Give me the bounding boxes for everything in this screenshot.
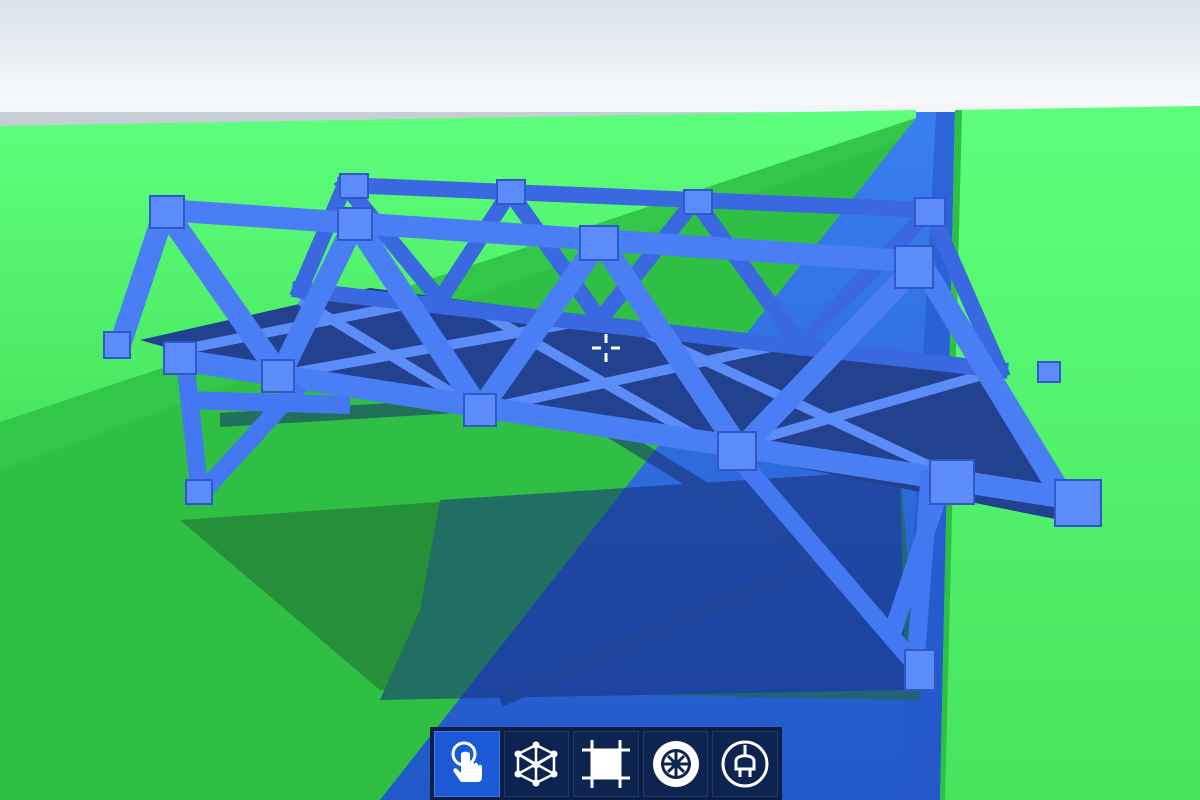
wheel-icon [652,740,699,787]
game-viewport[interactable] [0,0,1200,800]
select-tool-button[interactable] [434,730,500,797]
power-tool-button[interactable] [712,730,778,797]
truss-tool-button[interactable] [503,730,570,797]
wheel-tool-button[interactable] [642,730,709,797]
road-tool-button[interactable] [573,730,639,797]
crosshair-icon [592,334,620,362]
build-toolbar [430,727,782,800]
square-frame-icon [582,739,630,788]
plug-icon [721,740,769,787]
truss-cube-icon [514,741,558,786]
hand-pointer-icon [451,741,482,782]
